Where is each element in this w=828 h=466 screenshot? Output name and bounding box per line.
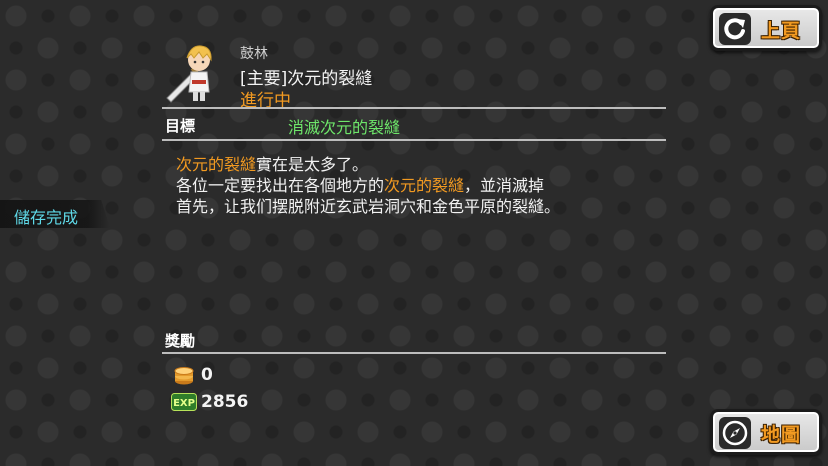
divider — [162, 139, 666, 141]
back-button-label: 上頁 — [761, 20, 802, 42]
reward-coins-value: 0 — [201, 365, 213, 385]
description-line-2: 各位一定要找出在各個地方的次元的裂縫，並消滅掉 — [176, 176, 545, 195]
quest-description: 次元的裂縫實在是太多了。 各位一定要找出在各個地方的次元的裂縫，並消滅掉 首先，… — [176, 154, 666, 217]
back-button[interactable]: 上頁 — [710, 5, 822, 51]
save-status-text: 儲存完成 — [14, 208, 79, 227]
refresh-arrow-icon — [719, 13, 751, 45]
divider — [162, 107, 666, 109]
divider — [162, 352, 666, 354]
exp-icon: EXP — [171, 393, 197, 411]
goal-label: 目標 — [165, 117, 196, 135]
compass-icon — [719, 417, 751, 449]
reward-exp-value: 2856 — [201, 392, 249, 412]
npc-name: 鼓林 — [240, 46, 268, 62]
description-line-1: 次元的裂縫實在是太多了。 — [176, 155, 369, 174]
goal-text: 消滅次元的裂縫 — [288, 118, 401, 137]
coin-stack-icon — [173, 364, 195, 386]
map-button-label: 地圖 — [761, 424, 802, 446]
map-button[interactable]: 地圖 — [710, 409, 822, 455]
svg-text:EXP: EXP — [173, 398, 195, 409]
save-status-tag: 儲存完成 — [0, 200, 110, 228]
npc-portrait — [163, 42, 227, 104]
reward-label: 獎勵 — [165, 332, 196, 350]
description-line-3: 首先，让我们摆脱附近玄武岩洞穴和金色平原的裂縫。 — [176, 197, 561, 216]
